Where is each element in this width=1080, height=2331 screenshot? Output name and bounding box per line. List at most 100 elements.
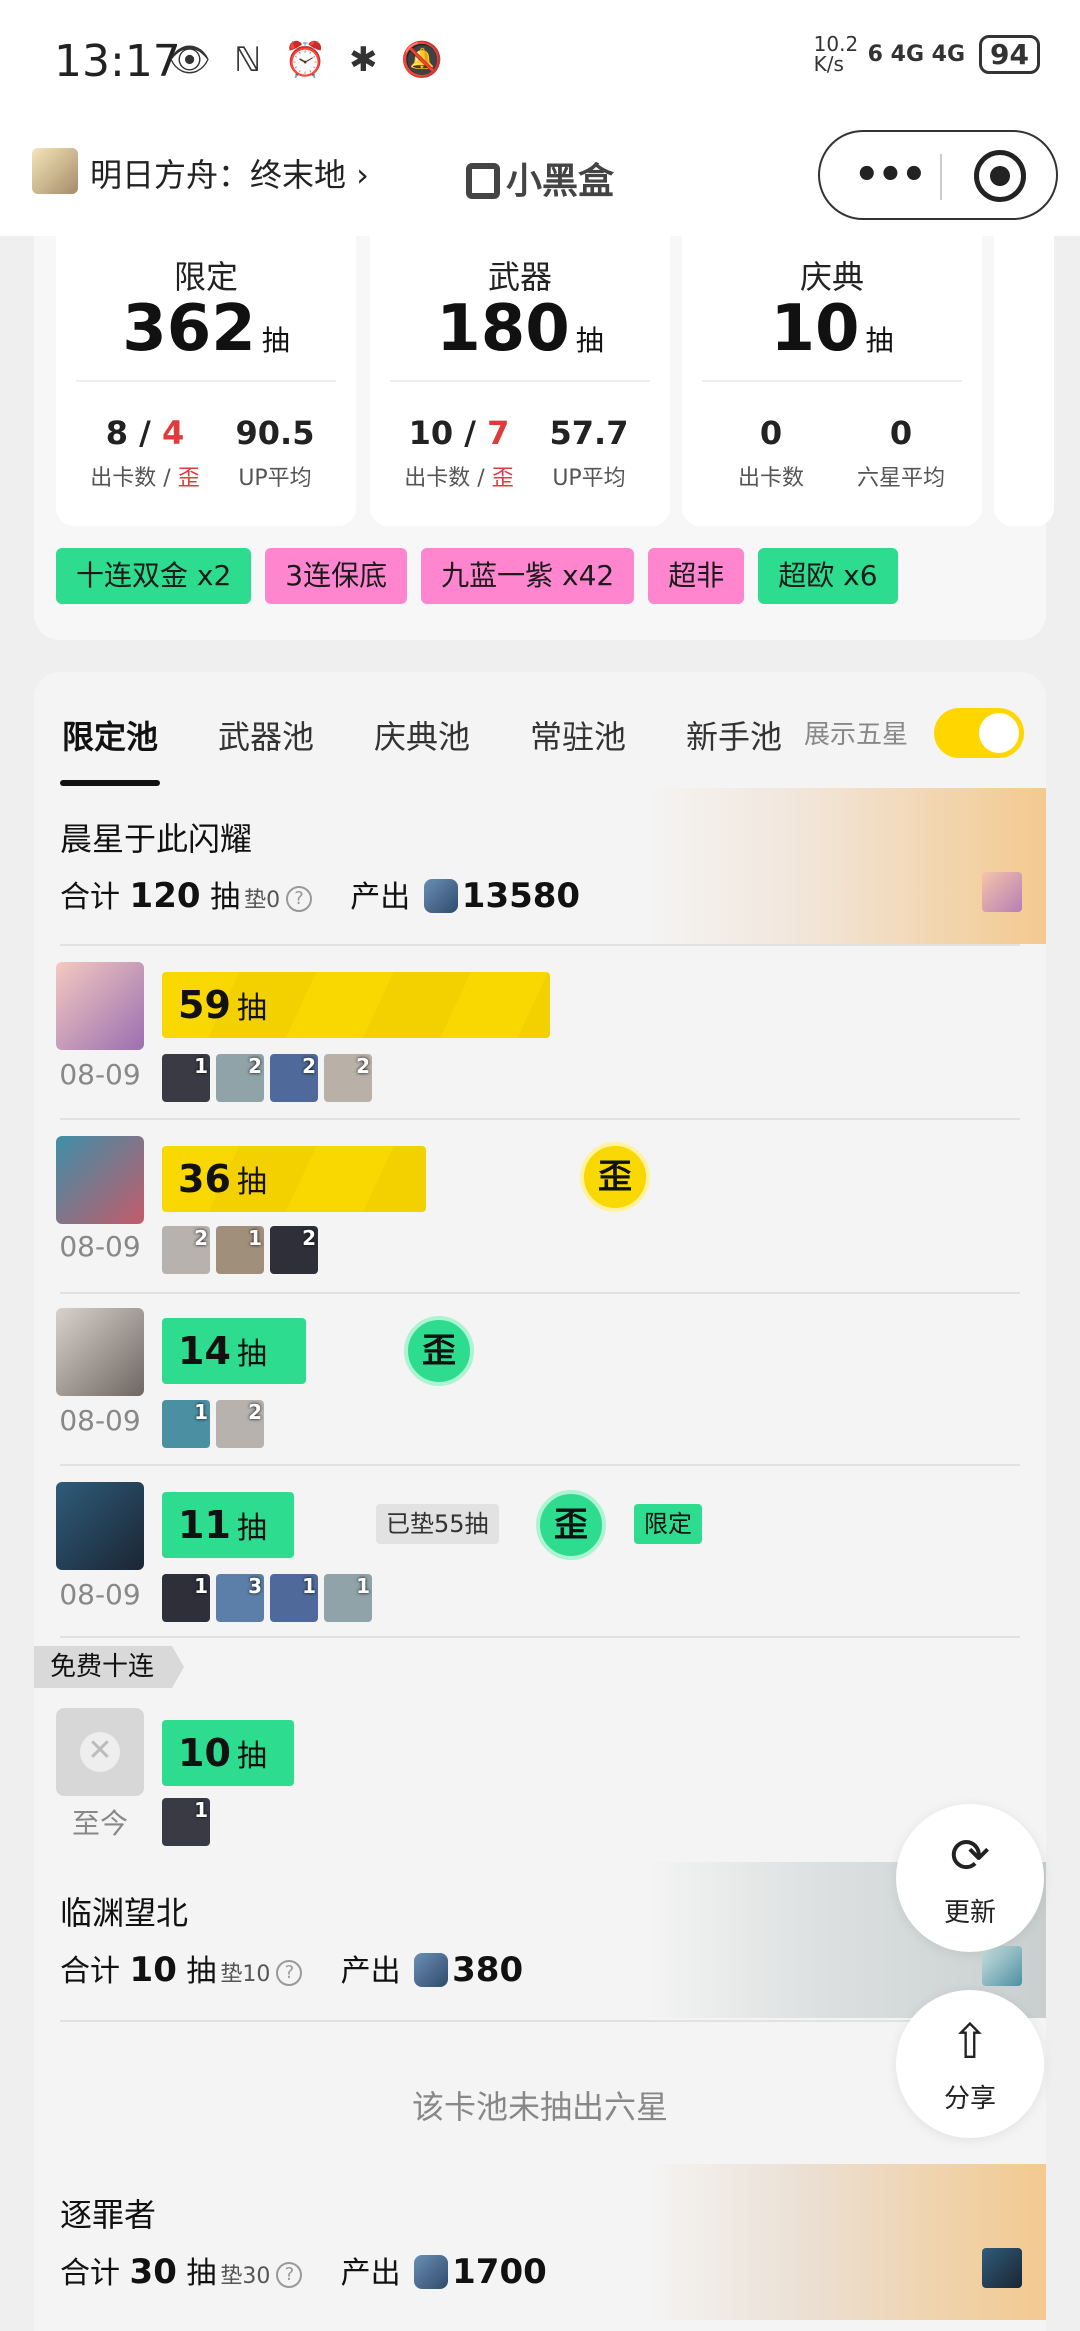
pull-count-bar: 10 抽 bbox=[162, 1720, 294, 1786]
pool-banner-art bbox=[646, 788, 1046, 944]
tab-weapon[interactable]: 武器池 bbox=[218, 712, 314, 758]
five-star-list: 2 1 2 bbox=[162, 1226, 318, 1274]
stat-divider bbox=[702, 380, 962, 382]
close-miniapp-icon[interactable] bbox=[974, 150, 1026, 202]
pull-count-bar: 36 抽 bbox=[162, 1146, 426, 1212]
five-star-list: 1 2 bbox=[162, 1400, 264, 1448]
refresh-button[interactable]: ⟳ 更新 bbox=[896, 1804, 1044, 1952]
stat-count: 10 抽 bbox=[770, 292, 894, 366]
stat-label-cards: 出卡数 / 歪 bbox=[90, 466, 200, 491]
five-star-thumb: 2 bbox=[270, 1054, 318, 1102]
pool-header[interactable]: 晨星于此闪耀 合计 120 抽垫0? 产出 13580 bbox=[34, 788, 1046, 944]
refresh-icon: ⟳ bbox=[949, 1828, 991, 1884]
help-icon[interactable]: ? bbox=[286, 886, 313, 912]
brand-icon bbox=[466, 163, 500, 199]
tab-limited[interactable]: 限定池 bbox=[62, 712, 158, 758]
five-star-thumb: 2 bbox=[324, 1054, 372, 1102]
five-star-thumb: 2 bbox=[216, 1054, 264, 1102]
pull-date: 08-09 bbox=[59, 1230, 141, 1263]
tab-standard[interactable]: 常驻池 bbox=[530, 712, 626, 758]
five-star-thumb: 2 bbox=[162, 1226, 210, 1274]
stat-up-avg: 90.5 bbox=[235, 414, 315, 452]
five-star-thumb: 1 bbox=[162, 1400, 210, 1448]
stat-label-avg: 六星平均 bbox=[856, 466, 945, 491]
tag-double-gold: 十连双金 x2 bbox=[56, 548, 252, 604]
tag-unlucky: 超非 bbox=[648, 548, 745, 604]
character-avatar[interactable] bbox=[56, 1308, 144, 1396]
pool-character-thumb bbox=[982, 2248, 1022, 2288]
empty-icon: ✕ bbox=[80, 1732, 120, 1772]
stat-six-avg: 0 bbox=[889, 414, 913, 452]
more-icon[interactable]: ••• bbox=[854, 152, 927, 198]
show-five-star-toggle[interactable] bbox=[934, 708, 1024, 758]
character-avatar[interactable] bbox=[56, 1482, 144, 1570]
character-avatar[interactable] bbox=[56, 962, 144, 1050]
capsule-divider bbox=[940, 154, 942, 200]
pool-header[interactable]: 逐罪者 合计 30 抽垫30? 产出 1700 bbox=[34, 2164, 1046, 2320]
pool-header[interactable]: 临渊望北 合计 10 抽垫10? 产出 380 bbox=[34, 1862, 1046, 2018]
off-banner-badge: 歪 bbox=[580, 1142, 650, 1212]
tag-three-pity: 3连保底 bbox=[265, 548, 408, 604]
no-six-star-message: 该卡池未抽出六星 bbox=[411, 2088, 668, 2126]
currency-icon bbox=[414, 1953, 449, 1987]
app-header: 明日方舟：终末地 › 小黑盒 ••• bbox=[0, 118, 1080, 236]
pull-date: 至今 bbox=[71, 1807, 128, 1840]
pool-title: 逐罪者 bbox=[60, 2196, 157, 2234]
stat-up-avg: 57.7 bbox=[549, 414, 629, 452]
net-speed: 10.2 K/s bbox=[813, 32, 859, 76]
game-avatar[interactable] bbox=[32, 148, 78, 194]
pool-character-thumb bbox=[982, 872, 1022, 912]
off-banner-badge: 歪 bbox=[404, 1316, 474, 1386]
status-right: 10.2 K/s 6 4G 4G 94 bbox=[814, 34, 1040, 74]
pull-count-bar: 11 抽 bbox=[162, 1492, 294, 1558]
stat-label-avg: UP平均 bbox=[552, 466, 626, 491]
tab-festival[interactable]: 庆典池 bbox=[374, 712, 470, 758]
stat-divider bbox=[390, 380, 650, 382]
pool-character-thumb bbox=[982, 1946, 1022, 1986]
five-star-list: 1 bbox=[162, 1798, 210, 1846]
stat-cards-count: 0 bbox=[759, 414, 783, 452]
limited-chip: 限定 bbox=[634, 1504, 702, 1544]
status-time: 13:17 bbox=[54, 36, 181, 87]
pull-date: 08-09 bbox=[59, 1058, 141, 1091]
tag-lucky: 超欧 x6 bbox=[758, 548, 898, 604]
stat-card-festival[interactable]: 庆典 10 抽 0 0 出卡数 六星平均 bbox=[682, 236, 982, 526]
five-star-thumb: 1 bbox=[270, 1574, 318, 1622]
tag-nine-blue: 九蓝一紫 x42 bbox=[421, 548, 635, 604]
stat-card-next[interactable] bbox=[994, 236, 1054, 526]
stat-count: 180 抽 bbox=[436, 292, 604, 366]
help-icon[interactable]: ? bbox=[276, 2262, 303, 2288]
currency-icon bbox=[414, 2255, 449, 2289]
pull-count-bar: 59 抽 bbox=[162, 972, 550, 1038]
pool-title: 临渊望北 bbox=[60, 1894, 189, 1932]
character-avatar[interactable] bbox=[56, 1136, 144, 1224]
empty-avatar: ✕ bbox=[56, 1708, 144, 1796]
show-five-star-label: 展示五星 bbox=[804, 720, 909, 750]
brand-name: 小黑盒 bbox=[506, 161, 615, 202]
summary-panel: 限定 362 抽 8 / 4 90.5 出卡数 / 歪 UP平均 武器 180 抽 … bbox=[34, 236, 1054, 640]
stat-label-cards: 出卡数 / 歪 bbox=[404, 466, 514, 491]
tab-beginner[interactable]: 新手池 bbox=[686, 712, 782, 758]
battery-icon: 94 bbox=[979, 34, 1040, 74]
stat-label-cards: 出卡数 bbox=[737, 466, 804, 491]
status-bar: 13:17 👁 ℕ ⏰ ✱ 🔕 10.2 K/s 6 4G 4G 94 bbox=[0, 0, 1080, 118]
stat-count: 362 抽 bbox=[122, 292, 290, 366]
pity-chip: 已垫55抽 bbox=[376, 1504, 499, 1544]
free-ten-banner: 免费十连 bbox=[34, 1646, 185, 1688]
divider bbox=[60, 1292, 1020, 1294]
game-title-link[interactable]: 明日方舟：终末地 › bbox=[90, 150, 369, 196]
share-label: 分享 bbox=[943, 2084, 996, 2114]
status-icons: 👁 ℕ ⏰ ✱ 🔕 bbox=[168, 40, 449, 80]
divider bbox=[60, 944, 1020, 946]
five-star-thumb: 1 bbox=[216, 1226, 264, 1274]
stat-card-weapon[interactable]: 武器 180 抽 10 / 7 57.7 出卡数 / 歪 UP平均 bbox=[370, 236, 670, 526]
pull-date: 08-09 bbox=[59, 1404, 141, 1437]
share-button[interactable]: ⇧ 分享 bbox=[896, 1990, 1044, 2138]
stat-card-limited[interactable]: 限定 362 抽 8 / 4 90.5 出卡数 / 歪 UP平均 bbox=[56, 236, 356, 526]
tab-indicator bbox=[60, 780, 160, 786]
pull-date: 08-09 bbox=[59, 1578, 141, 1611]
brand-logo: 小黑盒 bbox=[466, 152, 614, 204]
five-star-thumb: 2 bbox=[270, 1226, 318, 1274]
currency-icon bbox=[423, 879, 458, 913]
help-icon[interactable]: ? bbox=[276, 1960, 303, 1986]
